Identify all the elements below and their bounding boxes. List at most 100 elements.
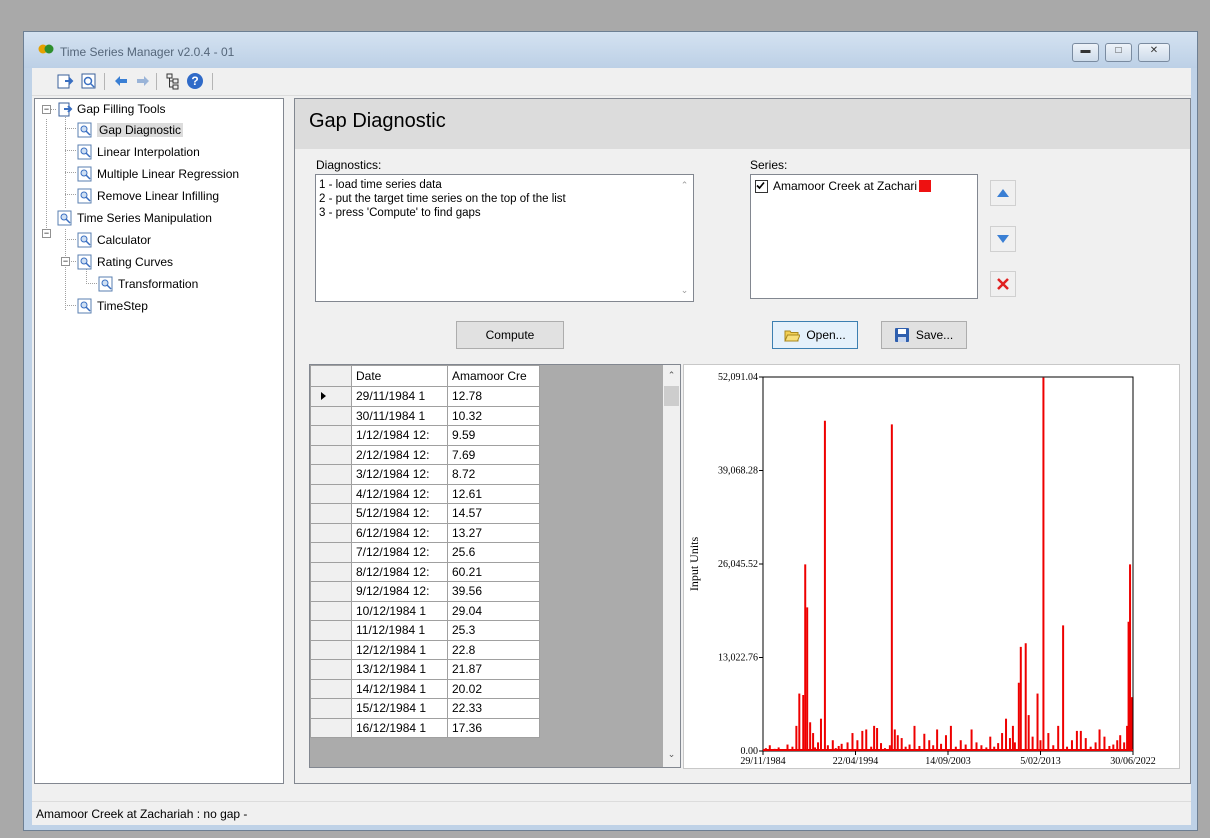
row-header[interactable] (310, 405, 352, 426)
date-cell[interactable]: 9/12/1984 12: (351, 581, 448, 602)
minimize-button[interactable]: ▬ (1072, 43, 1099, 62)
table-row[interactable]: 4/12/1984 12: 12.61 (310, 483, 540, 504)
series-list-item[interactable]: Amamoor Creek at Zachari (755, 179, 932, 193)
table-row[interactable]: 7/12/1984 12: 25.6 (310, 542, 540, 563)
column-header-date[interactable]: Date (351, 365, 448, 387)
row-header[interactable] (310, 386, 352, 407)
date-cell[interactable]: 6/12/1984 12: (351, 522, 448, 543)
date-cell[interactable]: 29/11/1984 1 (351, 386, 448, 407)
scroll-down-icon[interactable]: ⌄ (676, 282, 693, 299)
collapse-rating-curves[interactable]: − (61, 257, 70, 266)
date-cell[interactable]: 11/12/1984 1 (351, 620, 448, 641)
row-header[interactable] (310, 600, 352, 621)
value-cell[interactable]: 22.33 (447, 698, 540, 719)
row-header[interactable] (310, 425, 352, 446)
row-header[interactable] (310, 503, 352, 524)
tree-item-linear-interpolation[interactable]: Linear Interpolation (77, 143, 200, 161)
table-row[interactable]: 3/12/1984 12: 8.72 (310, 464, 540, 485)
value-cell[interactable]: 9.59 (447, 425, 540, 446)
value-cell[interactable]: 22.8 (447, 639, 540, 660)
table-row[interactable]: 12/12/1984 1 22.8 (310, 639, 540, 660)
grid-scrollbar[interactable]: ⌃ ⌄ (663, 365, 680, 767)
table-row[interactable]: 2/12/1984 12: 7.69 (310, 444, 540, 465)
value-cell[interactable]: 20.02 (447, 678, 540, 699)
tree-item-timestep[interactable]: TimeStep (77, 297, 148, 315)
table-row[interactable]: 10/12/1984 1 29.04 (310, 600, 540, 621)
row-header[interactable] (310, 581, 352, 602)
value-cell[interactable]: 13.27 (447, 522, 540, 543)
row-header[interactable] (310, 522, 352, 543)
row-header[interactable] (310, 444, 352, 465)
scroll-thumb[interactable] (664, 386, 679, 406)
date-cell[interactable]: 16/12/1984 1 (351, 717, 448, 738)
remove-series-button[interactable] (990, 271, 1016, 297)
series-checkbox[interactable] (755, 179, 768, 193)
tree-item-gap-filling-tools[interactable]: Gap Filling Tools (57, 100, 166, 118)
help-icon[interactable]: ? (186, 72, 204, 90)
tree-item-multiple-linear-regression[interactable]: Multiple Linear Regression (77, 165, 239, 183)
row-header[interactable] (310, 542, 352, 563)
collapse-gap-filling-tools[interactable]: − (42, 105, 51, 114)
scroll-up-icon[interactable]: ⌃ (676, 177, 693, 194)
value-cell[interactable]: 39.56 (447, 581, 540, 602)
tree-item-rating-curves[interactable]: Rating Curves (77, 253, 173, 271)
value-cell[interactable]: 21.87 (447, 659, 540, 680)
table-row[interactable]: 15/12/1984 1 22.33 (310, 698, 540, 719)
table-row[interactable]: 14/12/1984 1 20.02 (310, 678, 540, 699)
scroll-up-icon[interactable]: ⌃ (663, 367, 680, 384)
tree-item-remove-linear-infilling[interactable]: Remove Linear Infilling (77, 187, 219, 205)
value-cell[interactable]: 29.04 (447, 600, 540, 621)
date-cell[interactable]: 14/12/1984 1 (351, 678, 448, 699)
maximize-button[interactable]: □ (1105, 43, 1132, 62)
date-cell[interactable]: 4/12/1984 12: (351, 483, 448, 504)
table-row[interactable]: 29/11/1984 1 12.78 (310, 386, 540, 407)
date-cell[interactable]: 1/12/1984 12: (351, 425, 448, 446)
table-row[interactable]: 16/12/1984 1 17.36 (310, 717, 540, 738)
date-cell[interactable]: 30/11/1984 1 (351, 405, 448, 426)
tree-item-time-series-manipulation[interactable]: Time Series Manipulation (57, 209, 212, 227)
value-cell[interactable]: 14.57 (447, 503, 540, 524)
tree-item-calculator[interactable]: Calculator (77, 231, 151, 249)
value-cell[interactable]: 10.32 (447, 405, 540, 426)
diagnostics-textbox[interactable]: 1 - load time series data 2 - put the ta… (315, 174, 694, 302)
move-up-button[interactable] (990, 180, 1016, 206)
value-cell[interactable]: 25.3 (447, 620, 540, 641)
value-cell[interactable]: 12.61 (447, 483, 540, 504)
open-button[interactable]: Open... (772, 321, 858, 349)
compute-button[interactable]: Compute (456, 321, 564, 349)
row-header[interactable] (310, 717, 352, 738)
series-chart[interactable]: 0.00 13,022.76 26,045.52 39,068.28 52,091.04… (683, 364, 1180, 769)
table-row[interactable]: 13/12/1984 1 21.87 (310, 659, 540, 680)
date-cell[interactable]: 15/12/1984 1 (351, 698, 448, 719)
collapse-time-series-manipulation[interactable]: − (42, 229, 51, 238)
value-cell[interactable]: 25.6 (447, 542, 540, 563)
date-cell[interactable]: 2/12/1984 12: (351, 444, 448, 465)
table-row[interactable]: 8/12/1984 12: 60.21 (310, 561, 540, 582)
value-cell[interactable]: 8.72 (447, 464, 540, 485)
value-cell[interactable]: 17.36 (447, 717, 540, 738)
date-cell[interactable]: 8/12/1984 12: (351, 561, 448, 582)
date-cell[interactable]: 3/12/1984 12: (351, 464, 448, 485)
diagnostics-scrollbar[interactable]: ⌃ ⌄ (676, 175, 693, 301)
title-bar[interactable]: Time Series Manager v2.0.4 - 01 ▬ □ ✕ (24, 32, 1197, 68)
table-row[interactable]: 9/12/1984 12: 39.56 (310, 581, 540, 602)
date-cell[interactable]: 12/12/1984 1 (351, 639, 448, 660)
forward-arrow-icon[interactable] (134, 72, 152, 90)
value-cell[interactable]: 7.69 (447, 444, 540, 465)
tree-item-transformation[interactable]: Transformation (98, 275, 198, 293)
search-icon[interactable] (80, 72, 98, 90)
table-row[interactable]: 1/12/1984 12: 9.59 (310, 425, 540, 446)
column-header-value[interactable]: Amamoor Cre (447, 365, 540, 387)
back-arrow-icon[interactable] (112, 72, 130, 90)
date-cell[interactable]: 5/12/1984 12: (351, 503, 448, 524)
table-row[interactable]: 11/12/1984 1 25.3 (310, 620, 540, 641)
table-row[interactable]: 5/12/1984 12: 14.57 (310, 503, 540, 524)
series-list[interactable]: Amamoor Creek at Zachari (750, 174, 978, 299)
save-button[interactable]: Save... (881, 321, 967, 349)
tree-item-gap-diagnostic[interactable]: Gap Diagnostic (77, 121, 184, 139)
move-down-button[interactable] (990, 226, 1016, 252)
row-header[interactable] (310, 483, 352, 504)
date-cell[interactable]: 7/12/1984 12: (351, 542, 448, 563)
row-header[interactable] (310, 620, 352, 641)
row-header[interactable] (310, 678, 352, 699)
